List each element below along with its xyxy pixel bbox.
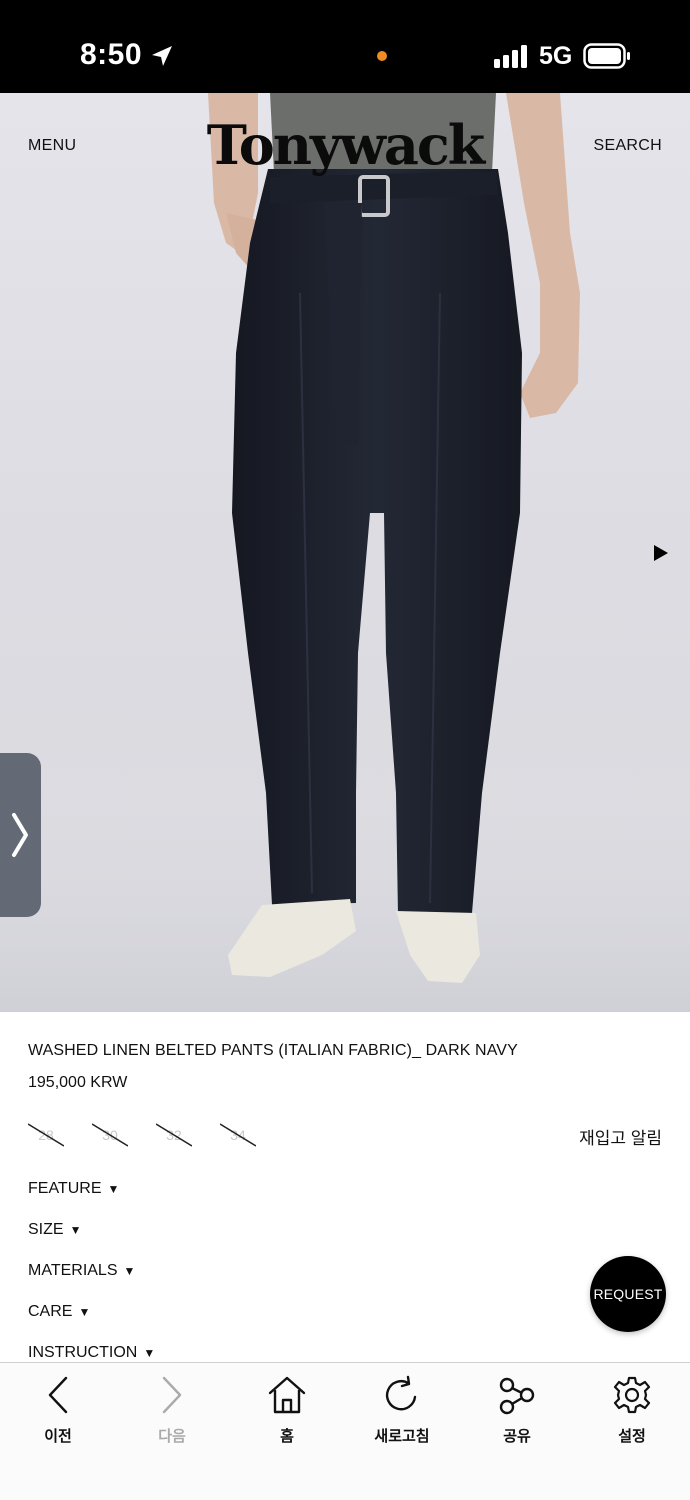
share-button[interactable]: 공유 [467,1375,567,1455]
search-button[interactable]: SEARCH [594,137,662,155]
accordion-label: MATERIALS [28,1262,118,1279]
sold-out-strike [92,1123,128,1147]
menu-button[interactable]: MENU [28,137,76,155]
dropdown-arrow-icon: ▼ [78,1305,91,1319]
home-icon [268,1376,306,1414]
home-button[interactable]: 홈 [237,1375,337,1455]
sold-out-strike [28,1123,64,1147]
signal-bars-icon [494,45,527,68]
accordion-feature[interactable]: FEATURE ▼ [28,1180,119,1198]
toolbar-label: 공유 [503,1428,531,1445]
gear-icon [613,1376,651,1414]
network-type: 5G [539,42,573,70]
settings-button[interactable]: 설정 [582,1375,682,1455]
accordion-label: SIZE [28,1221,64,1238]
accordion-label: FEATURE [28,1180,102,1197]
request-button[interactable]: REQUEST [590,1256,666,1332]
share-icon [499,1377,535,1415]
status-time: 8:50 [80,38,143,71]
recording-indicator [377,51,387,61]
refresh-icon [385,1375,417,1411]
dropdown-arrow-icon: ▼ [69,1223,82,1237]
next-image-arrow-icon[interactable] [653,544,669,562]
refresh-button[interactable]: 새로고침 [352,1375,452,1455]
accordion-label: INSTRUCTION [28,1344,138,1361]
product-image-carousel[interactable]: Tonywack MENU SEARCH [0,93,690,1012]
dropdown-arrow-icon: ▼ [107,1182,120,1196]
toolbar-label: 새로고침 [374,1428,430,1445]
toolbar-label: 다음 [158,1428,186,1445]
location-arrow-icon [152,46,172,66]
product-price: 195,000 KRW [28,1074,128,1091]
size-option[interactable]: 34 [220,1122,256,1148]
chevron-right-icon [12,813,28,857]
dropdown-arrow-icon: ▼ [123,1264,136,1278]
toolbar-label: 이전 [44,1428,72,1445]
brand-logo[interactable]: Tonywack [0,113,690,177]
size-option[interactable]: 28 [28,1122,64,1148]
back-button[interactable]: 이전 [8,1375,108,1455]
accordion-size[interactable]: SIZE ▼ [28,1221,81,1239]
side-panel-toggle[interactable] [0,753,41,917]
status-bar: 8:50 5G [0,0,690,93]
product-photo [0,93,690,1012]
accordion-label: CARE [28,1303,73,1320]
browser-toolbar: 이전 다음 홈 새로고침 공유 설정 [0,1362,690,1500]
toolbar-label: 설정 [618,1428,646,1445]
sold-out-strike [156,1123,192,1147]
size-option[interactable]: 32 [156,1122,192,1148]
battery-icon [583,43,630,69]
chevron-left-icon [48,1376,68,1414]
accordion-care[interactable]: CARE ▼ [28,1303,90,1321]
chevron-right-icon [162,1376,182,1414]
size-selector: 28 30 32 34 [28,1122,284,1148]
size-option[interactable]: 30 [92,1122,128,1148]
accordion-materials[interactable]: MATERIALS ▼ [28,1262,135,1280]
toolbar-label: 홈 [280,1428,294,1445]
sold-out-strike [220,1123,256,1147]
restock-alert-button[interactable]: 재입고 알림 [579,1124,662,1149]
dropdown-arrow-icon: ▼ [143,1346,156,1360]
product-name: WASHED LINEN BELTED PANTS (ITALIAN FABRI… [28,1042,518,1059]
accordion-instruction[interactable]: INSTRUCTION ▼ [28,1344,155,1362]
forward-button[interactable]: 다음 [122,1375,222,1455]
